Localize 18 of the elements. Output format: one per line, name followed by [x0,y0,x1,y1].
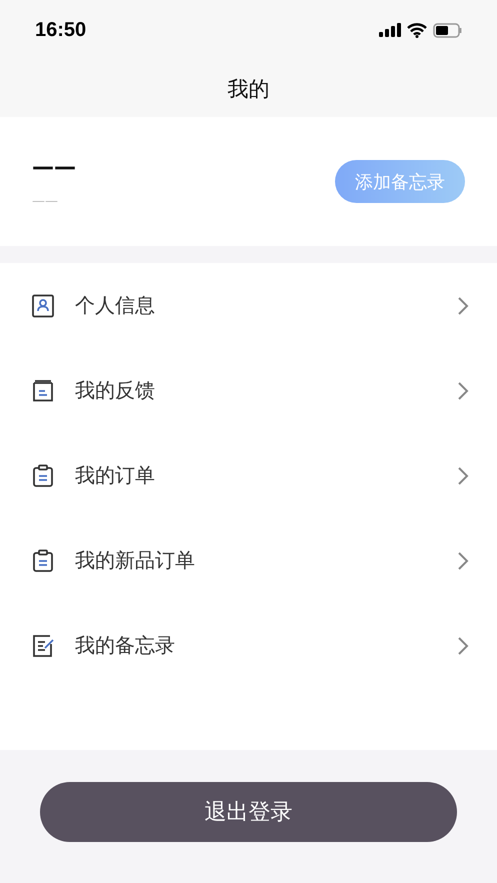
document-icon [31,378,55,402]
chevron-right-icon [457,466,469,486]
signal-icon [379,23,401,37]
edit-note-icon [31,634,55,658]
chevron-right-icon [457,296,469,316]
page-title: 我的 [228,76,270,102]
status-time: 16:50 [35,18,86,42]
chevron-right-icon [457,550,469,570]
clipboard-icon [31,548,55,572]
battery-icon [433,22,463,38]
user-name: —— [32,154,76,180]
clipboard-icon [31,464,55,488]
user-subtitle: —— [32,194,59,208]
chevron-right-icon [457,380,469,400]
profile-card-icon [31,294,55,318]
logout-button[interactable]: 退出登录 [40,782,457,842]
chevron-right-icon [457,636,469,656]
wifi-icon [407,22,427,38]
